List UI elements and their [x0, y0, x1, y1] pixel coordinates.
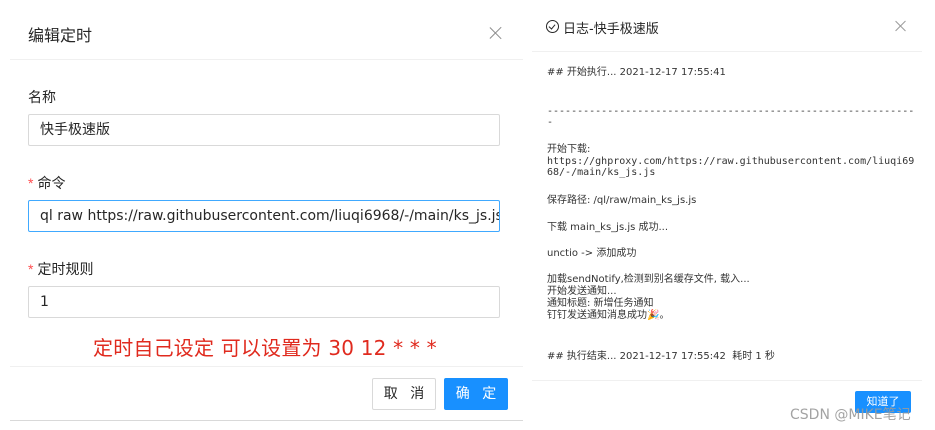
- dialog-footer: 取 消 确 定: [10, 366, 523, 421]
- name-input[interactable]: 快手极速版: [28, 114, 500, 146]
- command-label-text: 命令: [37, 176, 66, 192]
- required-mark: *: [28, 175, 34, 191]
- log-line-load-notify: 加载sendNotify,检测到别名缓存文件, 载入...: [547, 274, 750, 285]
- log-line-download-start: 开始下载:: [547, 144, 591, 155]
- log-line-start: ## 开始执行... 2021-12-17 17:55:41: [547, 67, 726, 78]
- log-line-send-start: 开始发送通知...: [547, 286, 617, 297]
- divider: [10, 420, 523, 421]
- edit-schedule-dialog: 编辑定时 名称 快手极速版 * 命令 ql raw https://raw.git…: [10, 0, 523, 421]
- log-line-end: ## 执行结束... 2021-12-17 17:55:42 耗时 1 秒: [547, 351, 775, 362]
- log-line-divider-end: -: [547, 117, 554, 128]
- dialog-title: 编辑定时: [28, 26, 93, 45]
- command-label: * 命令: [28, 173, 65, 193]
- log-line-download-ok: 下载 main_ks_js.js 成功...: [547, 222, 669, 233]
- schedule-input[interactable]: 1: [28, 286, 500, 318]
- close-icon[interactable]: [489, 26, 503, 40]
- log-line-save-path: 保存路径: /ql/raw/main_ks_js.js: [547, 195, 697, 206]
- required-mark: *: [28, 261, 34, 277]
- ok-button[interactable]: 确 定: [444, 378, 508, 410]
- log-line-unctio: unctio -> 添加成功: [547, 248, 637, 259]
- cancel-button[interactable]: 取 消: [372, 378, 436, 410]
- annotation-text: 定时自己设定 可以设置为 30 12 * * *: [93, 336, 437, 360]
- log-line-divider: ----------------------------------------…: [547, 106, 915, 117]
- schedule-label: * 定时规则: [28, 259, 93, 279]
- log-line-url-1: https://ghproxy.com/https://raw.githubus…: [547, 156, 915, 167]
- name-label: 名称: [28, 87, 56, 107]
- check-circle-icon: [546, 20, 559, 33]
- watermark: CSDN @MIKE笔记: [790, 407, 911, 423]
- schedule-label-text: 定时规则: [37, 262, 94, 278]
- log-title: 日志-快手极速版: [563, 22, 659, 37]
- log-line-notify-title: 通知标题: 新增任务通知: [547, 298, 654, 309]
- log-footer-divider: [532, 380, 922, 381]
- log-header: 日志-快手极速版: [532, 0, 922, 52]
- log-line-dingtalk: 钉钉发送通知消息成功🎉。: [547, 310, 670, 321]
- close-icon[interactable]: [895, 20, 907, 32]
- dialog-header: 编辑定时: [10, 0, 523, 60]
- command-input[interactable]: ql raw https://raw.githubusercontent.com…: [28, 200, 500, 232]
- log-dialog: 日志-快手极速版 ## 开始执行... 2021-12-17 17:55:41 …: [532, 0, 922, 421]
- name-label-text: 名称: [28, 90, 56, 106]
- log-line-url-2: 68/-/main/ks_js.js: [547, 167, 656, 178]
